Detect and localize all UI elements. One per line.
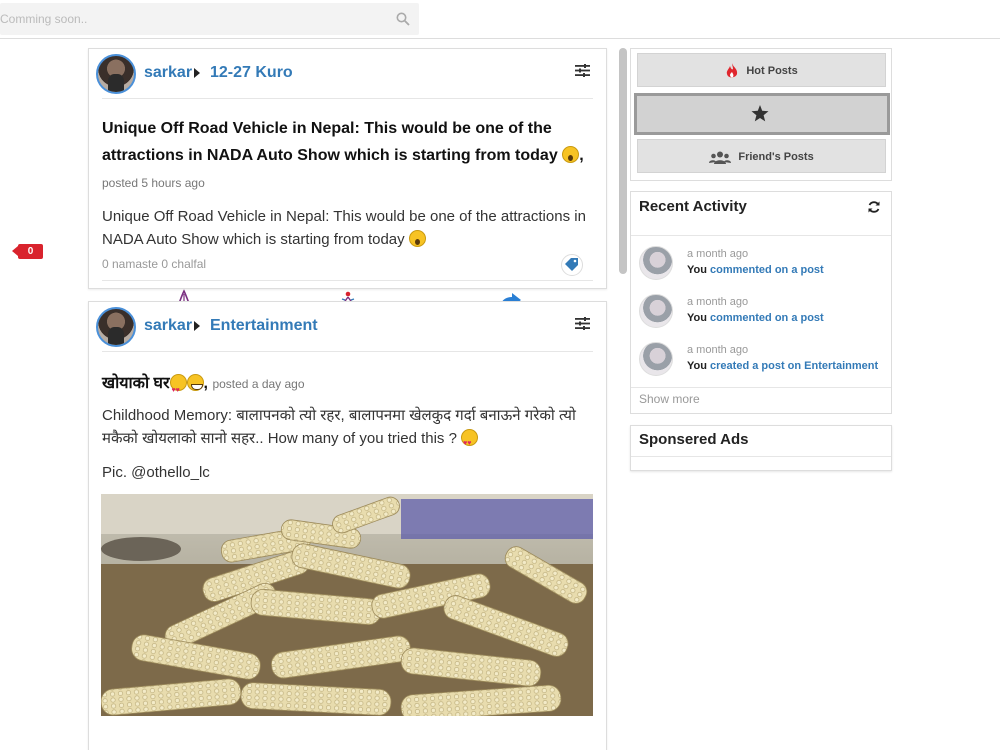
avatar [639, 246, 673, 280]
post-group[interactable]: 12-27 Kuro [210, 64, 293, 82]
activity-time: a month ago [687, 344, 749, 356]
activity-link[interactable]: commented on a post [710, 264, 824, 276]
activity-link[interactable]: commented on a post [710, 312, 824, 324]
friends-posts-label: Friend's Posts [738, 151, 814, 163]
recent-activity-header: Recent Activity [631, 192, 891, 236]
hot-posts-button[interactable]: Hot Posts [637, 53, 886, 87]
sliders-icon[interactable] [575, 64, 590, 77]
activity-item[interactable]: a month ago You commented on a post [639, 288, 889, 328]
post-title[interactable]: खोयाको घर, posted a day ago [102, 370, 593, 404]
post-body-text: Unique Off Road Vehicle in Nepal: This w… [102, 208, 586, 248]
posted-time: posted a day ago [212, 377, 305, 391]
notification-badge[interactable]: 0 [12, 244, 43, 259]
caret-right-icon [194, 68, 200, 78]
activity-link[interactable]: created a post on Entertainment [710, 360, 878, 372]
activity-time: a month ago [687, 248, 749, 260]
activity-text: You commented on a post [687, 312, 824, 324]
astonished-emoji-icon [562, 146, 580, 163]
heart-eyes-emoji-icon [169, 374, 187, 404]
chalfal-count[interactable]: 0 chalfal [161, 257, 206, 271]
post-photo[interactable] [101, 494, 593, 716]
star-icon [751, 104, 769, 121]
post-body: Childhood Memory: बालापनको त्यो रहर, बाल… [102, 404, 593, 455]
activity-item[interactable]: a month ago You created a post on Entert… [639, 336, 889, 376]
post-group[interactable]: Entertainment [210, 317, 318, 335]
avatar[interactable] [96, 54, 136, 94]
users-icon [709, 151, 732, 164]
activity-time: a month ago [687, 296, 749, 308]
activity-actor: You [687, 312, 707, 324]
sliders-icon[interactable] [575, 317, 590, 330]
search-bar [0, 3, 419, 35]
post-stats: 0 namaste 0 chalfal [102, 254, 593, 281]
title-suffix: , [203, 375, 208, 392]
post-author[interactable]: sarkar [144, 64, 192, 82]
sponsored-ads-panel: Sponsered Ads [630, 425, 892, 471]
post-card: sarkar 12-27 Kuro Unique Off Road Vehicl… [88, 48, 607, 312]
top-bar [0, 0, 1000, 39]
show-more-link[interactable]: Show more [631, 387, 891, 414]
feed-filter-panel: Hot Posts Friend's Posts [630, 48, 892, 181]
sponsored-ads-title: Sponsered Ads [639, 431, 749, 448]
post-title-text: Unique Off Road Vehicle in Nepal: This w… [102, 120, 558, 164]
activity-text: You commented on a post [687, 264, 824, 276]
hot-posts-label: Hot Posts [746, 65, 798, 77]
tag-icon[interactable] [561, 254, 583, 276]
namaste-count[interactable]: 0 namaste [102, 257, 158, 271]
astonished-emoji-icon [408, 230, 426, 247]
search-input[interactable] [0, 3, 380, 35]
activity-item[interactable]: a month ago You commented on a post [639, 240, 889, 280]
activity-text: You created a post on Entertainment [687, 360, 878, 372]
grin-emoji-icon [186, 374, 204, 391]
refresh-icon[interactable] [867, 200, 881, 214]
post-body-text: Childhood Memory: बालापनको त्यो रहर, बाल… [102, 407, 576, 447]
post-body: Unique Off Road Vehicle in Nepal: This w… [102, 205, 593, 251]
starred-posts-button[interactable] [634, 93, 890, 135]
fire-icon [727, 63, 738, 78]
posted-time: posted 5 hours ago [102, 176, 205, 190]
post-title[interactable]: Unique Off Road Vehicle in Nepal: This w… [102, 115, 593, 197]
caret-right-icon [194, 321, 200, 331]
heart-eyes-emoji-icon [461, 429, 479, 455]
post-card: sarkar Entertainment खोयाको घर, posted a… [88, 301, 607, 750]
avatar[interactable] [96, 307, 136, 347]
recent-activity-panel: Recent Activity a month ago You commente… [630, 191, 892, 414]
friends-posts-button[interactable]: Friend's Posts [637, 139, 886, 173]
recent-activity-title: Recent Activity [639, 198, 747, 215]
avatar [639, 294, 673, 328]
corn-husk-photo [101, 494, 593, 716]
activity-actor: You [687, 360, 707, 372]
title-suffix: , [579, 147, 584, 164]
post-author[interactable]: sarkar [144, 317, 192, 335]
post-title-text: खोयाको घर [102, 375, 170, 392]
post-header: sarkar Entertainment [96, 302, 593, 352]
activity-actor: You [687, 264, 707, 276]
search-icon[interactable] [396, 12, 410, 26]
feed-scrollbar[interactable] [619, 48, 627, 274]
divider [631, 456, 891, 457]
post-header: sarkar 12-27 Kuro [96, 49, 593, 99]
avatar [639, 342, 673, 376]
photo-credit: Pic. @othello_lc [102, 464, 210, 481]
